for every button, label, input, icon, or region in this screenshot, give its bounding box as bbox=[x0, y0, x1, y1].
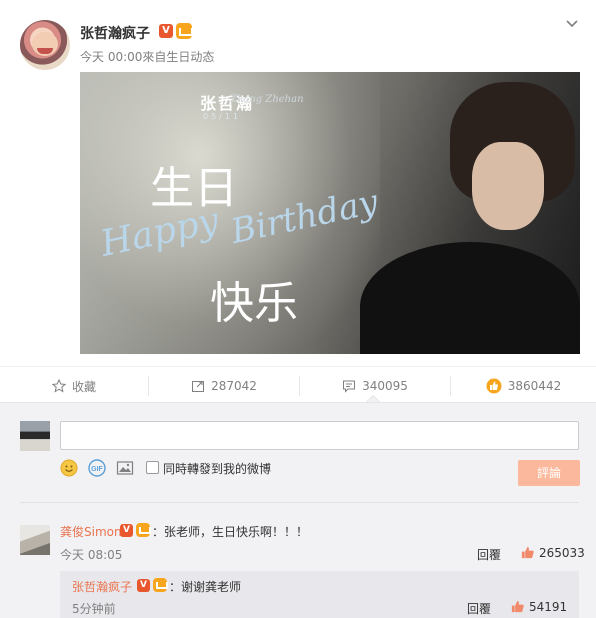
reply-block: 张哲瀚疯子 V ：谢谢龚老师 5分钟前 回覆 54191 bbox=[60, 571, 579, 618]
post-image[interactable]: 张哲瀚 Zhang Zhehan 05/11 生日 Happy Birthday… bbox=[80, 72, 580, 354]
image-date-text: 05/11 bbox=[203, 112, 242, 121]
forward-checkbox-label: 同時轉發到我的微博 bbox=[163, 462, 272, 476]
image-person-face bbox=[472, 142, 544, 230]
image-script-overlay: Zhang Zhehan bbox=[230, 94, 304, 105]
member-crown-icon bbox=[153, 578, 168, 592]
share-icon bbox=[191, 379, 205, 393]
reply-like-button[interactable]: 54191 bbox=[510, 599, 567, 614]
comment-input[interactable] bbox=[60, 421, 579, 450]
forward-checkbox[interactable] bbox=[146, 461, 159, 474]
post-meta: 今天 00:00來自生日动态 bbox=[80, 50, 215, 64]
comment-divider bbox=[20, 502, 579, 503]
member-crown-icon bbox=[176, 23, 193, 39]
reply-text: ：谢谢龚老师 bbox=[169, 580, 242, 594]
favorite-label: 收藏 bbox=[71, 379, 96, 394]
star-icon bbox=[51, 379, 66, 393]
comment-time: 今天 08:05 bbox=[60, 548, 123, 562]
verified-badge-icon: V bbox=[137, 579, 150, 592]
comment-icon bbox=[342, 379, 356, 393]
weibo-post: 张哲瀚疯子 V 今天 00:00來自生日动态 张哲瀚 Zhang Zhehan … bbox=[0, 0, 596, 366]
comment-text: ：张老师，生日快乐啊！！！ bbox=[152, 525, 309, 539]
svg-text:GIF: GIF bbox=[91, 466, 103, 473]
gif-icon[interactable]: GIF bbox=[88, 459, 106, 477]
verified-badge-icon: V bbox=[120, 524, 133, 537]
submit-comment-button[interactable]: 評論 bbox=[518, 460, 580, 486]
member-crown-icon bbox=[136, 523, 151, 537]
thumbs-up-icon bbox=[486, 378, 502, 394]
chevron-down-icon[interactable] bbox=[565, 17, 579, 31]
comment-like-count: 265033 bbox=[539, 545, 585, 560]
verified-badge-icon: V bbox=[159, 24, 173, 38]
action-bar: 收藏 287042 340095 3860442 bbox=[0, 366, 596, 404]
favorite-button[interactable]: 收藏 bbox=[0, 367, 148, 405]
comment-section: GIF 同時轉發到我的微博 評論 龚俊Simon V ：张老师，生日快乐啊！！！… bbox=[0, 402, 596, 618]
reply-like-count: 54191 bbox=[529, 599, 568, 614]
forward-button[interactable]: 287042 bbox=[149, 367, 299, 405]
reply-user-name[interactable]: 张哲瀚疯子 bbox=[72, 578, 132, 595]
reply-reply-button[interactable]: 回覆 bbox=[467, 600, 491, 617]
thumbs-up-icon bbox=[520, 545, 535, 560]
current-user-avatar[interactable] bbox=[20, 421, 50, 451]
like-button[interactable]: 3860442 bbox=[451, 367, 596, 405]
author-avatar[interactable] bbox=[20, 20, 70, 70]
forward-count: 287042 bbox=[211, 379, 257, 393]
image-person-body bbox=[360, 242, 580, 354]
author-name[interactable]: 张哲瀚疯子 bbox=[80, 23, 150, 43]
reply-time: 5分钟前 bbox=[72, 602, 116, 616]
image-icon[interactable] bbox=[116, 459, 134, 477]
comment-avatar[interactable] bbox=[20, 525, 50, 555]
comment-user-name[interactable]: 龚俊Simon bbox=[60, 523, 122, 540]
thumbs-up-icon bbox=[510, 599, 525, 614]
emoji-icon[interactable] bbox=[60, 459, 78, 477]
image-handwriting-kuaile: 快乐 bbox=[210, 278, 298, 329]
like-count: 3860442 bbox=[507, 379, 562, 393]
comment-like-button[interactable]: 265033 bbox=[520, 545, 585, 560]
comment-reply-button[interactable]: 回覆 bbox=[477, 546, 501, 563]
comment-count: 340095 bbox=[362, 379, 408, 393]
